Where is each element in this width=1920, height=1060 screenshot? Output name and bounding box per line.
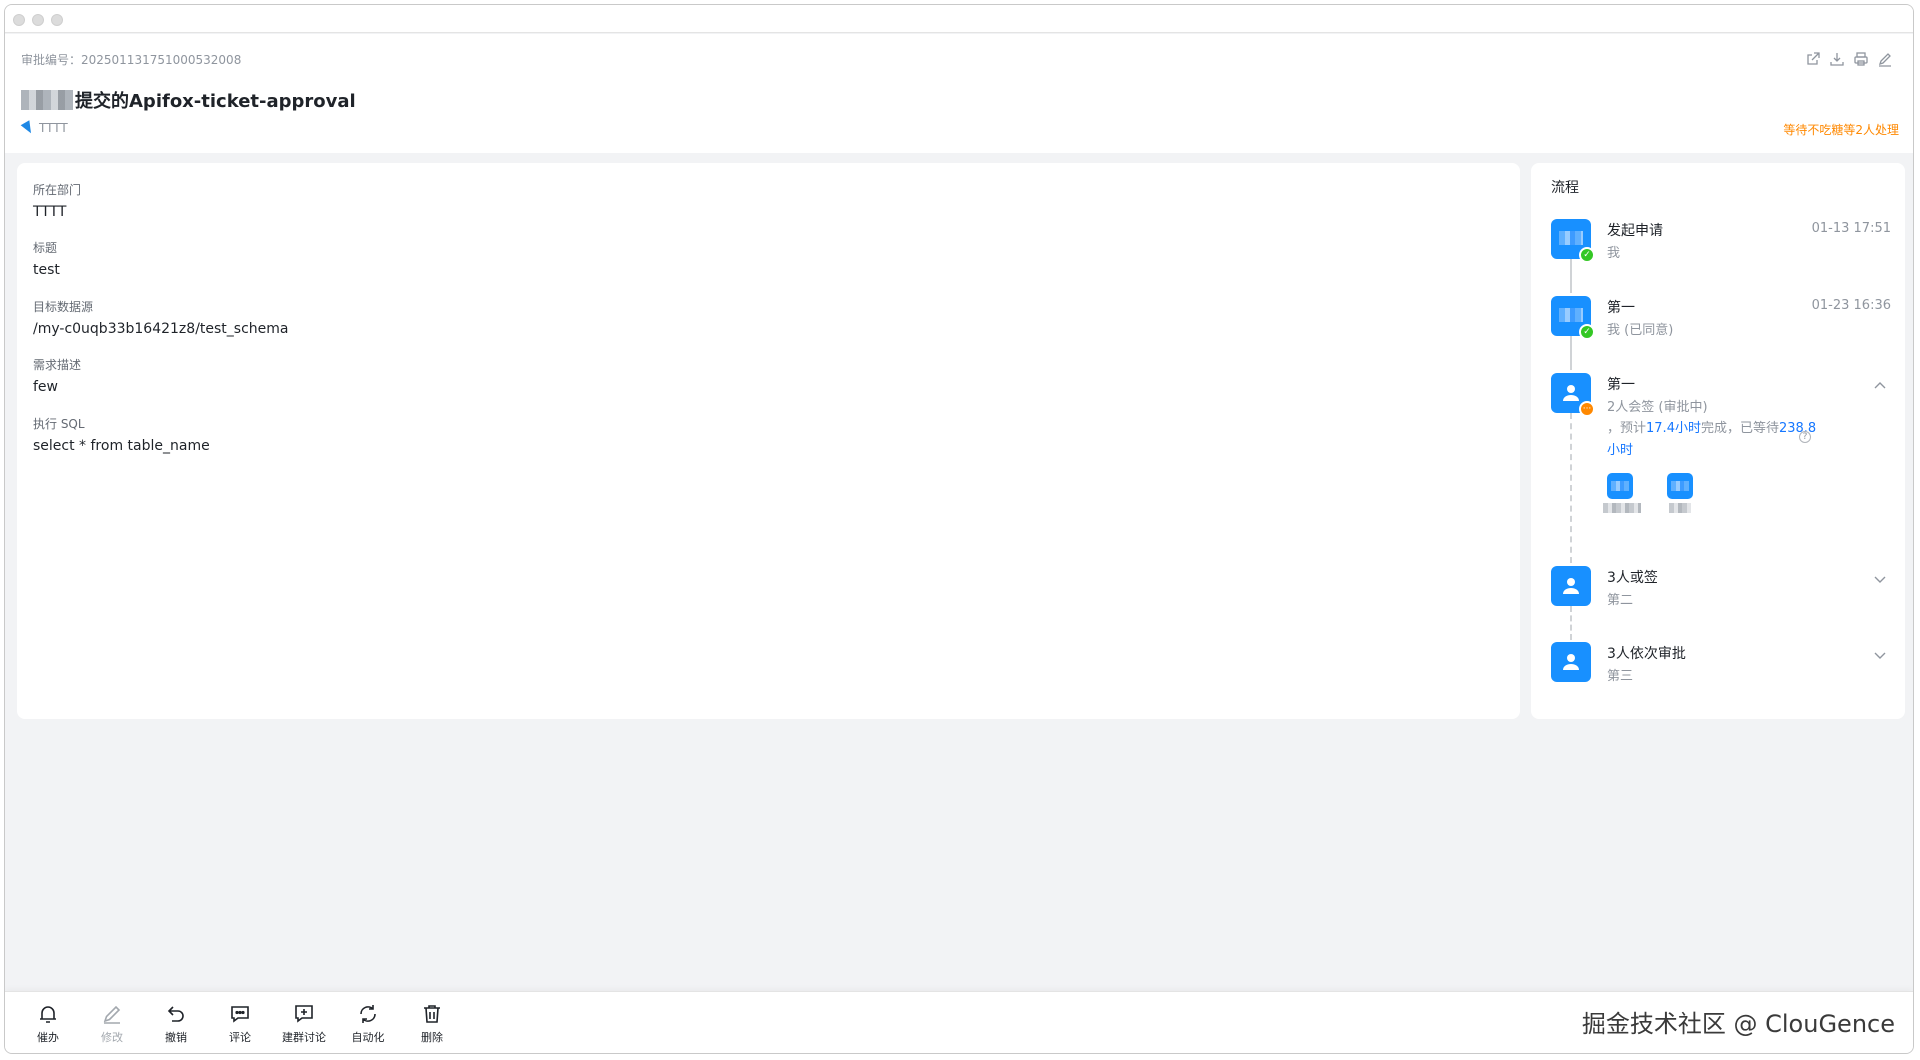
pending-icon: ··· [1579,401,1595,417]
flow-connector [1570,606,1572,640]
field-value: select * from table_name [33,438,210,454]
field-value: few [33,379,58,395]
revoke-button[interactable]: 撤销 [155,1002,197,1045]
action-toolbar: 催办 修改 撤销 评论 建群讨论 自动化 删除 掘金技术社区 @ ClouGen… [5,991,1913,1053]
pencil-icon [103,1005,121,1024]
node-sub: 第三 [1607,669,1634,684]
help-icon[interactable]: ? [1799,431,1811,443]
remind-button[interactable]: 催办 [27,1002,69,1045]
node-name: 3人依次审批 [1607,646,1686,662]
approver-name-blurred [1603,503,1641,513]
avatar [1551,642,1591,682]
close-window-button[interactable] [13,14,25,26]
check-icon: ✓ [1579,324,1595,340]
form-field: 需求描述 few [33,356,81,395]
bell-icon [40,1006,56,1023]
approval-header: 审批编号：202501131751000532008 提交的Apifox-tic… [5,34,1913,153]
check-icon: ✓ [1579,247,1595,263]
node-name: 发起申请 [1607,223,1663,239]
node-name: 3人或签 [1607,570,1658,586]
automation-button[interactable]: 自动化 [347,1002,389,1045]
node-sub: 我 [1607,246,1621,261]
download-icon[interactable] [1829,51,1845,67]
flow-node-current: ··· 第一 2人会签 (审批中) ，预计17.4小时完成，已等待238.8小时… [1551,373,1891,533]
form-field: 标题 test [33,239,60,278]
group-discuss-button[interactable]: 建群讨论 [282,1002,326,1045]
field-label: 所在部门 [33,183,82,197]
person-icon [1563,578,1579,594]
minimize-window-button[interactable] [32,14,44,26]
field-value: /my-c0uqb33b16421z8/test_schema [33,321,289,337]
page-title: 提交的Apifox-ticket-approval [75,91,356,112]
approver-avatar[interactable] [1667,473,1693,499]
department-icon [20,120,36,136]
form-field: 目标数据源 /my-c0uqb33b16421z8/test_schema [33,298,289,337]
refresh-icon [360,1005,376,1023]
form-field: 执行 SQL select * from table_name [33,415,210,454]
field-label: 执行 SQL [33,417,85,431]
submitter-name-blurred [21,90,73,110]
approval-serial: 审批编号：202501131751000532008 [21,53,242,67]
undo-icon [167,1006,184,1022]
approver-avatar[interactable] [1607,473,1633,499]
approval-status: 等待不吃糖等2人处理 [1783,123,1899,137]
field-label: 标题 [33,241,58,255]
edit-icon[interactable] [1877,51,1893,67]
avatar [1551,566,1591,606]
field-label: 目标数据源 [33,300,94,314]
flow-connector [1570,259,1572,293]
chevron-up-icon[interactable] [1873,379,1887,393]
share-icon[interactable] [1805,51,1821,67]
form-field: 所在部门 TTTT [33,181,81,220]
field-label: 需求描述 [33,358,82,372]
modify-button[interactable]: 修改 [91,1002,133,1045]
approver-name-blurred [1669,503,1691,513]
node-sub: 2人会签 (审批中) [1607,400,1708,415]
flow-connector [1570,336,1572,370]
department-label: TTTT [39,121,68,135]
chevron-down-icon[interactable] [1873,648,1887,662]
node-time: 01-23 16:36 [1811,298,1891,313]
field-value: TTTT [33,204,67,220]
node-name: 第一 [1607,300,1635,316]
maximize-window-button[interactable] [51,14,63,26]
delete-button[interactable]: 删除 [411,1002,453,1045]
chevron-down-icon[interactable] [1873,572,1887,586]
trash-icon [424,1005,440,1023]
node-time: 01-13 17:51 [1811,221,1891,236]
group-chat-icon [295,1005,313,1023]
node-name: 第一 [1607,377,1635,393]
node-sub: 我 (已同意) [1607,323,1674,338]
app-window: 审批编号：202501131751000532008 提交的Apifox-tic… [4,4,1914,1054]
comment-icon [231,1006,249,1023]
estimate-text: ，预计17.4小时完成，已等待238.8小时 [1607,421,1817,458]
node-sub: 第二 [1607,593,1634,608]
flow-card: 流程 ✓ 发起申请 我 01-13 17:51 ✓ 第一 我 (已同意) 01-… [1531,163,1905,719]
field-value: test [33,262,60,278]
person-icon [1563,385,1579,401]
print-icon[interactable] [1853,51,1869,67]
flow-title: 流程 [1551,180,1579,196]
title-bar [5,5,1913,33]
form-card: 所在部门 TTTT 标题 test 目标数据源 /my-c0uqb33b1642… [17,163,1520,719]
watermark: 掘金技术社区 @ ClouGence [1581,1010,1895,1038]
comment-button[interactable]: 评论 [219,1002,261,1045]
person-icon [1563,654,1579,670]
